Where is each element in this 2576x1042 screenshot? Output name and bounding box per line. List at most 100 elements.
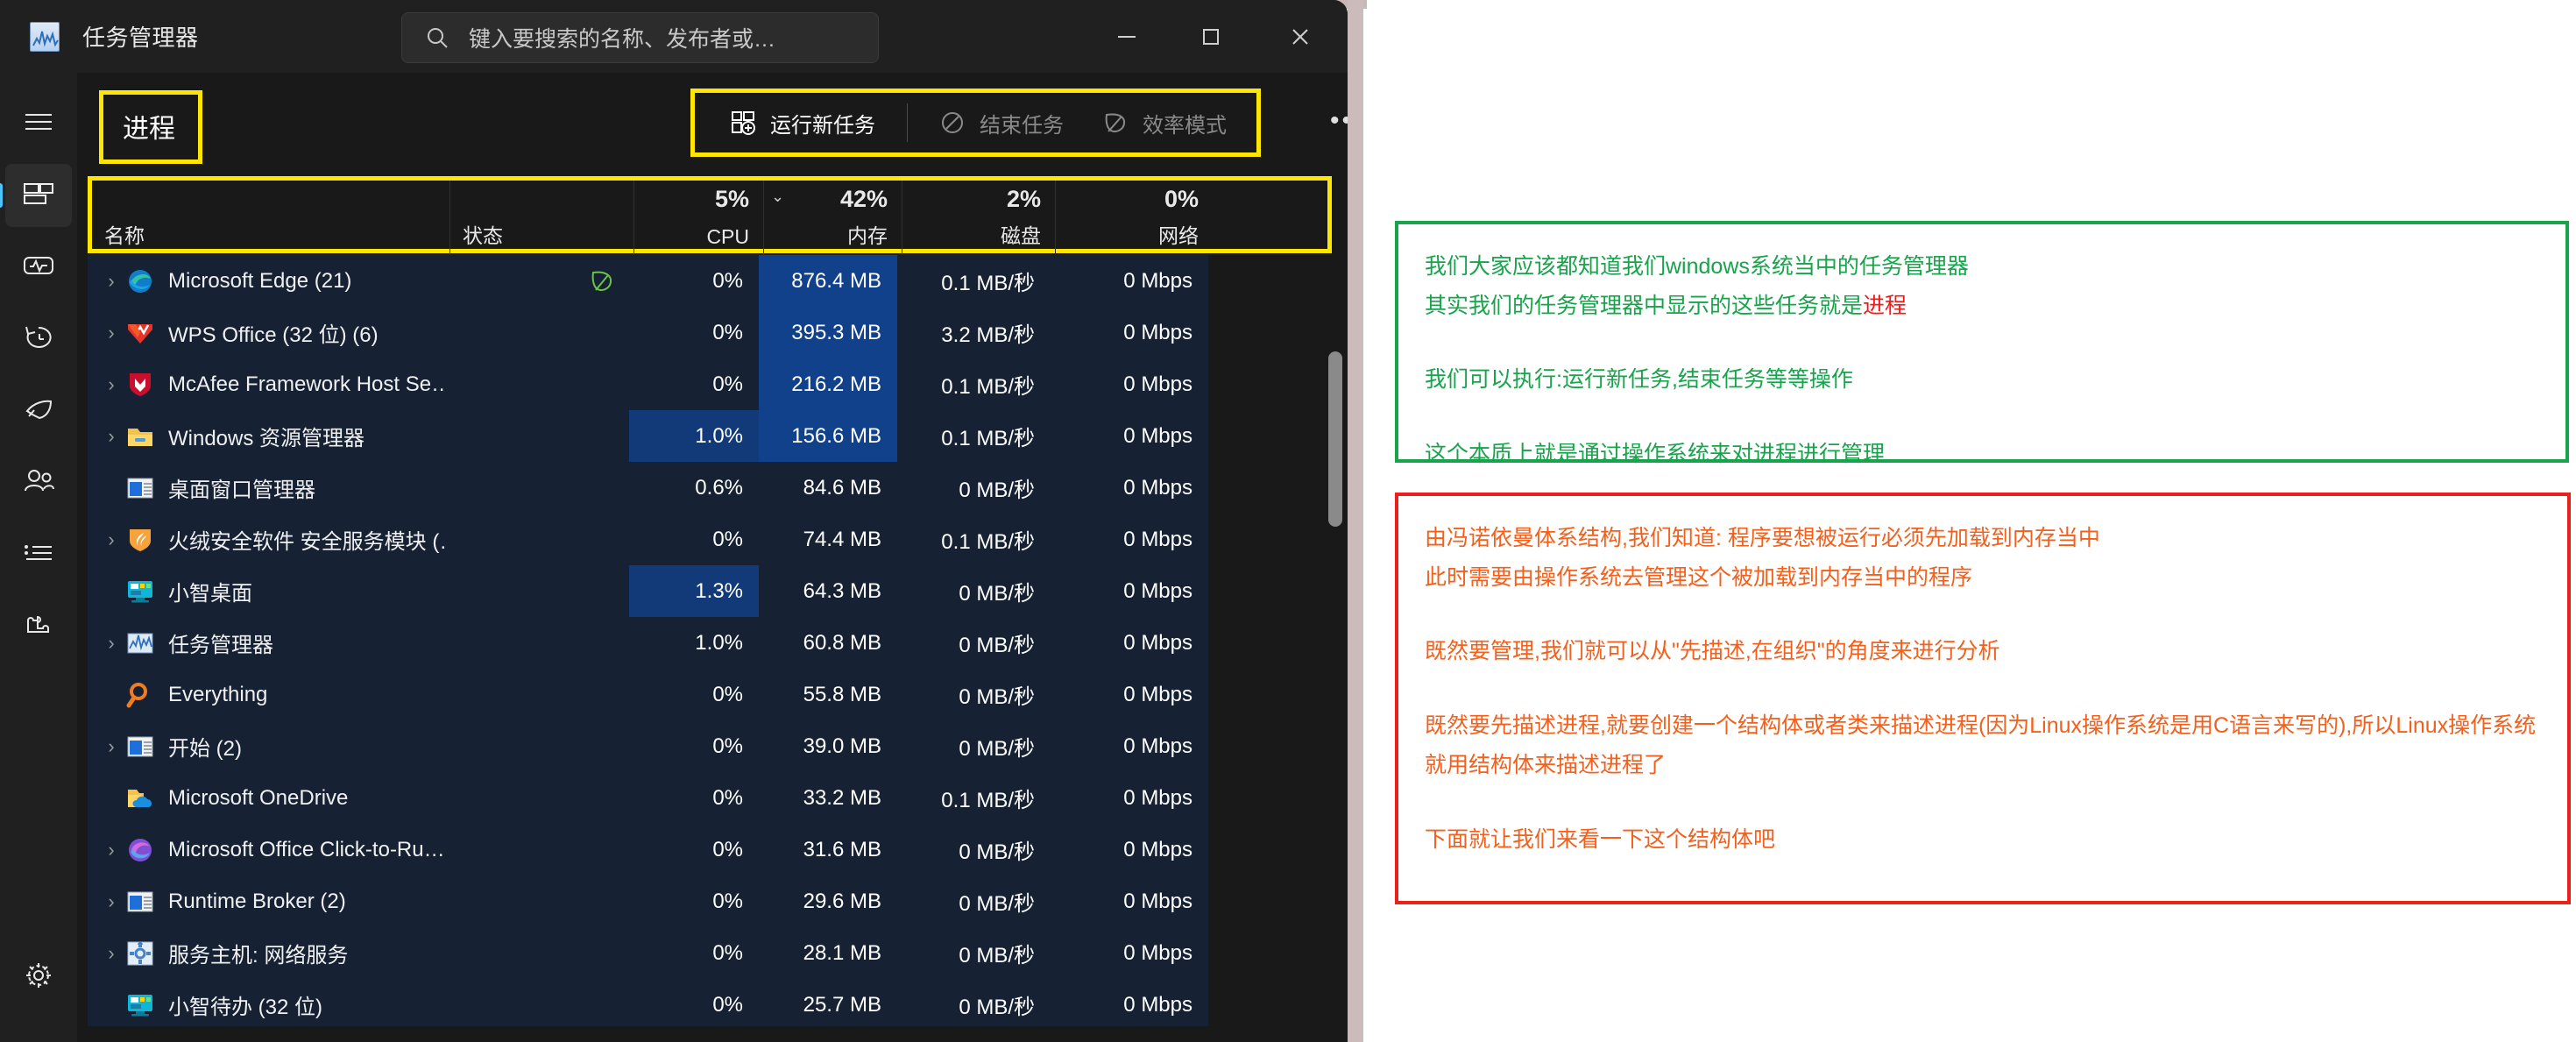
hamburger-menu-button[interactable] [5,92,72,155]
table-row[interactable]: › Microsoft Office Click-to-Ru… 0% 31.6 MB 0… [88,824,1332,875]
table-row[interactable]: › 任务管理器 1.0% 60.8 MB 0 MB/秒 0 Mbps [88,617,1332,669]
task-manager-icon [126,629,154,657]
table-row[interactable]: › WPS Office (32 位) (6) 0% 395.3 MB 3.2 MB/秒… [88,307,1332,358]
run-new-task-label: 运行新任务 [770,113,875,138]
expand-chevron-icon[interactable]: › [96,632,126,655]
process-name: 服务主机: 网络服务 [168,944,349,968]
expand-chevron-icon[interactable]: › [96,942,126,965]
sidebar-item-settings[interactable] [5,946,72,1009]
cell-disk: 0 MB/秒 [897,462,1051,514]
column-header-network[interactable]: 0% 网络 [1055,181,1213,258]
table-row[interactable]: › Windows 资源管理器 1.0% 156.6 MB 0.1 MB/秒 0 Mbps [88,410,1332,462]
expand-chevron-icon[interactable]: › [96,373,126,396]
search-input[interactable]: 键入要搜索的名称、发布者或… [401,12,879,63]
expand-chevron-icon[interactable]: › [96,735,126,758]
list-icon [22,542,55,569]
column-header-name[interactable]: 名称 [92,181,449,258]
run-new-task-button[interactable]: 运行新任务 [711,96,895,151]
table-row[interactable]: Microsoft OneDrive 0% 33.2 MB 0.1 MB/秒 0 Mbp… [88,772,1332,824]
process-name: 开始 (2) [168,737,242,761]
cell-disk: 0 MB/秒 [897,875,1051,927]
efficiency-mode-button[interactable]: 效率模式 [1083,96,1246,151]
column-header-state[interactable]: 状态 [449,181,633,258]
column-header-memory[interactable]: ⌄ 42% 内存 [763,181,902,258]
cell-name: › 开始 (2) [88,720,445,772]
table-row[interactable]: › 服务主机: 网络服务 0% 28.1 MB 0 MB/秒 0 Mbps [88,927,1332,979]
cell-name: › WPS Office (32 位) (6) [88,307,445,358]
column-header-cpu[interactable]: 5% CPU [633,181,763,258]
cell-memory: 39.0 MB [759,720,897,772]
cell-name: › 服务主机: 网络服务 [88,927,445,979]
table-row[interactable]: 桌面窗口管理器 0.6% 84.6 MB 0 MB/秒 0 Mbps [88,462,1332,514]
end-task-label: 结束任务 [980,113,1064,138]
monitor-icon [126,991,154,1019]
cell-disk: 0.1 MB/秒 [897,410,1051,462]
close-button[interactable] [1253,0,1348,73]
table-row[interactable]: › Runtime Broker (2) 0% 29.6 MB 0 MB/秒 0 Mbps [88,875,1332,927]
cell-state [445,927,629,979]
expand-chevron-icon[interactable]: › [96,322,126,344]
cell-name: Microsoft OneDrive [88,772,445,824]
cell-disk: 0 MB/秒 [897,720,1051,772]
column-header-disk[interactable]: 2% 磁盘 [902,181,1055,258]
office-icon [126,836,154,864]
cell-name: › 任务管理器 [88,617,445,669]
cell-cpu: 1.0% [629,410,759,462]
task-manager-icon [30,21,60,52]
cell-state [445,824,629,875]
green-keyword: 进程 [1863,293,1907,318]
more-options-button[interactable]: ••• [1330,106,1348,136]
sidebar-item-performance[interactable] [5,236,72,299]
search-placeholder: 键入要搜索的名称、发布者或… [469,27,776,52]
cell-name: › Windows 资源管理器 [88,410,445,462]
sidebar-item-app-history[interactable] [5,308,72,371]
cell-memory: 216.2 MB [759,358,897,410]
cell-name: 小智桌面 [88,565,445,617]
red-line-1: 由冯诺依曼体系结构,我们知道: 程序要想被运行必须先加载到内存当中 [1425,526,2100,550]
page-title: 进程 [99,90,202,164]
cell-network: 0 Mbps [1051,255,1208,307]
table-row[interactable]: › 火绒安全软件 安全服务模块 (… 0% 74.4 MB 0.1 MB/秒 0 Mbps [88,514,1332,565]
hamburger-icon [22,110,55,138]
cell-state [445,307,629,358]
cell-network: 0 Mbps [1051,514,1208,565]
cell-network: 0 Mbps [1051,720,1208,772]
cell-name: › Microsoft Edge (21) [88,255,445,307]
expand-chevron-icon[interactable]: › [96,270,126,293]
cell-name: › McAfee Framework Host Se… [88,358,445,410]
cell-disk: 0.1 MB/秒 [897,772,1051,824]
red-gap-1 [1425,597,2541,632]
expand-chevron-icon[interactable]: › [96,839,126,861]
process-name: 火绒安全软件 安全服务模块 (… [168,530,445,554]
scrollbar-thumb[interactable] [1328,351,1342,527]
table-row[interactable]: › 开始 (2) 0% 39.0 MB 0 MB/秒 0 Mbps [88,720,1332,772]
sidebar-item-services[interactable] [5,595,72,658]
window-icon [126,888,154,916]
maximize-button[interactable] [1169,0,1253,73]
scrollbar-track[interactable] [1328,255,1342,1026]
sidebar-item-users[interactable] [5,451,72,514]
end-task-button[interactable]: 结束任务 [920,96,1083,151]
table-row[interactable]: 小智桌面 1.3% 64.3 MB 0 MB/秒 0 Mbps [88,565,1332,617]
cell-disk: 0 MB/秒 [897,927,1051,979]
sidebar-item-details[interactable] [5,523,72,586]
process-list[interactable]: › Microsoft Edge (21) 0% 876.4 MB 0.1 MB/秒 0 … [88,255,1332,1026]
expand-chevron-icon[interactable]: › [96,425,126,448]
cell-memory: 876.4 MB [759,255,897,307]
table-row[interactable]: 小智待办 (32 位) 0% 25.7 MB 0 MB/秒 0 Mbps [88,979,1332,1026]
expand-chevron-icon[interactable]: › [96,890,126,913]
cell-state [445,565,629,617]
expand-chevron-icon[interactable]: › [96,528,126,551]
minimize-button[interactable] [1085,0,1169,73]
cell-state [445,979,629,1026]
cell-memory: 33.2 MB [759,772,897,824]
sidebar-item-processes[interactable] [0,164,72,227]
table-row[interactable]: Everything 0% 55.8 MB 0 MB/秒 0 Mbps [88,669,1332,720]
leaf-icon [1102,110,1129,136]
edge-icon [126,267,154,295]
sidebar-item-startup-apps[interactable] [5,379,72,443]
table-row[interactable]: › McAfee Framework Host Se… 0% 216.2 MB 0.1 … [88,358,1332,410]
everything-icon [126,681,154,709]
cell-memory: 156.6 MB [759,410,897,462]
table-row[interactable]: › Microsoft Edge (21) 0% 876.4 MB 0.1 MB/秒 0 … [88,255,1332,307]
